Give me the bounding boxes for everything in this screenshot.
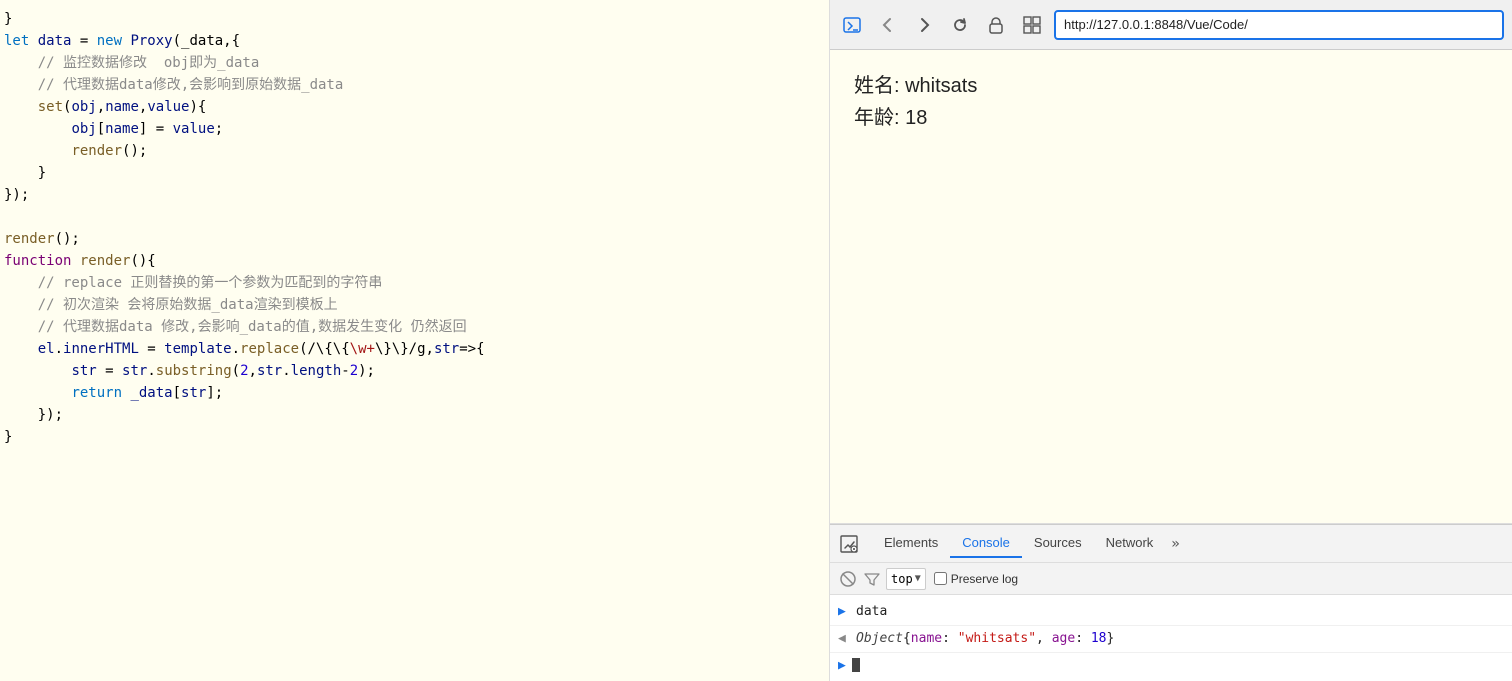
code-line-12: function render(){	[0, 250, 829, 272]
tab-network[interactable]: Network	[1094, 529, 1166, 558]
clear-console-icon[interactable]	[838, 569, 858, 589]
context-label: top	[891, 572, 913, 586]
devtools-tabbar: Elements Console Sources Network »	[830, 525, 1512, 563]
code-line-13: // replace 正则替换的第一个参数为匹配到的字符串	[0, 272, 829, 294]
code-line-4: // 代理数据data修改,会影响到原始数据_data	[0, 74, 829, 96]
more-tabs-button[interactable]: »	[1165, 532, 1185, 556]
code-line-15: // 代理数据data 修改,会影响_data的值,数据发生变化 仍然返回	[0, 316, 829, 338]
code-line-11: render();	[0, 228, 829, 250]
preview-name: 姓名: whitsats	[854, 70, 1488, 102]
tab-sources[interactable]: Sources	[1022, 529, 1094, 558]
preview-age: 年龄: 18	[854, 102, 1488, 134]
code-line-8: }	[0, 162, 829, 184]
back-button[interactable]	[874, 11, 902, 39]
browser-toolbar: http://127.0.0.1:8848/Vue/Code/	[830, 0, 1512, 50]
forward-button[interactable]	[910, 11, 938, 39]
code-line-19: });	[0, 404, 829, 426]
tab-elements[interactable]: Elements	[872, 529, 950, 558]
context-selector[interactable]: top ▼	[886, 568, 926, 590]
code-line-16: el.innerHTML = template.replace(/\{\{\w+…	[0, 338, 829, 360]
console-entry-data-input: ▶ data	[830, 599, 1512, 626]
tab-console[interactable]: Console	[950, 529, 1022, 558]
code-line-6: obj[name] = value;	[0, 118, 829, 140]
console-prompt-left: ◀	[838, 628, 850, 650]
preview-area: 姓名: whitsats 年龄: 18	[830, 50, 1512, 524]
code-line-2: let data = new Proxy(_data,{	[0, 30, 829, 52]
preserve-log-option: Preserve log	[934, 572, 1018, 586]
code-line-1: }	[0, 8, 829, 30]
preserve-log-label: Preserve log	[951, 572, 1018, 586]
preserve-log-checkbox[interactable]	[934, 572, 947, 585]
console-prompt-right: ▶	[838, 601, 850, 623]
console-object-content[interactable]: {name: "whitsats", age: 18}	[903, 628, 1114, 650]
extensions-icon[interactable]	[1018, 11, 1046, 39]
code-line-10	[0, 206, 829, 228]
code-line-5: set(obj,name,value){	[0, 96, 829, 118]
lock-icon	[982, 11, 1010, 39]
code-line-7: render();	[0, 140, 829, 162]
console-cursor	[852, 658, 860, 672]
url-bar[interactable]: http://127.0.0.1:8848/Vue/Code/	[1054, 10, 1504, 40]
code-line-17: str = str.substring(2,str.length-2);	[0, 360, 829, 382]
console-entry-object-output: ◀ Object {name: "whitsats", age: 18}	[830, 626, 1512, 653]
code-line-20: }	[0, 426, 829, 448]
console-output: ▶ data ◀ Object {name: "whitsats", age: …	[830, 595, 1512, 681]
console-toolbar: top ▼ Preserve log	[830, 563, 1512, 595]
devtools-panel: Elements Console Sources Network »	[830, 524, 1512, 681]
terminal-icon[interactable]	[838, 11, 866, 39]
console-object-label: Object	[856, 628, 903, 650]
code-line-18: return _data[str];	[0, 382, 829, 404]
console-input-line[interactable]: ▶	[830, 653, 1512, 677]
code-line-9: });	[0, 184, 829, 206]
filter-icon[interactable]	[862, 569, 882, 589]
code-editor: } let data = new Proxy(_data,{ // 监控数据修改…	[0, 0, 830, 681]
console-caret: ▶	[838, 658, 846, 673]
console-data-text: data	[856, 601, 887, 623]
right-panel: http://127.0.0.1:8848/Vue/Code/ 姓名: whit…	[830, 0, 1512, 681]
context-dropdown-icon: ▼	[915, 573, 921, 584]
code-line-14: // 初次渲染 会将原始数据_data渲染到模板上	[0, 294, 829, 316]
inspector-icon[interactable]	[834, 529, 864, 559]
code-line-3: // 监控数据修改 obj即为_data	[0, 52, 829, 74]
refresh-button[interactable]	[946, 11, 974, 39]
